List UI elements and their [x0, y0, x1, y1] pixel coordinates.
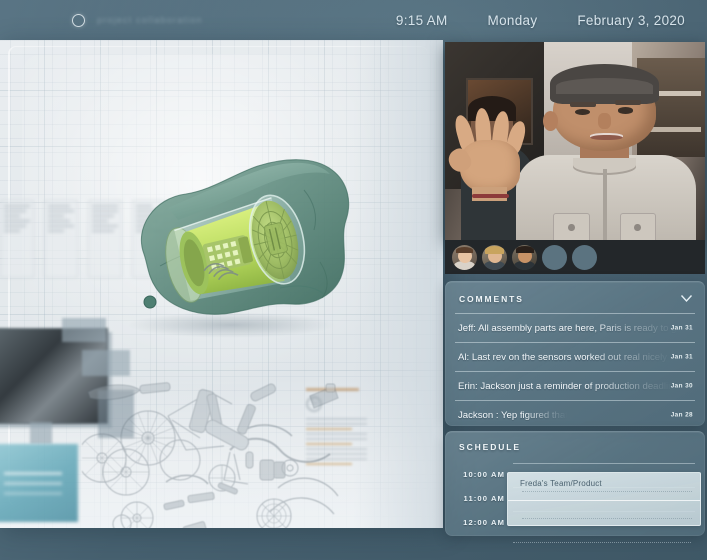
teal-reference-card[interactable] [0, 444, 78, 522]
comment-row[interactable]: Al: Last rev on the sensors worked out r… [455, 342, 695, 371]
participant-avatar-3[interactable] [512, 244, 537, 270]
comment-row[interactable]: Jackson : Yep figured that.. Jan 28 [455, 400, 695, 429]
collaboration-workspace: project collaboration 9:15 AM Monday Feb… [0, 0, 707, 560]
right-rail: COMMENTS Jeff: All assembly parts are he… [443, 40, 707, 560]
raised-hand [445, 107, 529, 202]
participant-avatar-5[interactable] [572, 244, 597, 270]
active-speaker [516, 63, 697, 240]
comment-text: Jackson just a reminder of production de… [480, 380, 684, 392]
workspace-ghost-label: project collaboration [97, 15, 203, 25]
comment-author: Jackson : [458, 409, 499, 421]
status-bar-right: 9:15 AM Monday February 3, 2020 [396, 13, 707, 28]
board-edge-fade [353, 40, 443, 528]
chevron-down-icon[interactable] [680, 292, 693, 305]
schedule-header: SCHEDULE [445, 432, 705, 460]
comments-panel: COMMENTS Jeff: All assembly parts are he… [445, 281, 705, 426]
doc-thumbnail[interactable] [44, 200, 78, 278]
clock-time: 9:15 AM [395, 12, 448, 28]
comments-title: COMMENTS [459, 293, 524, 304]
schedule-panel: SCHEDULE 10:00 AM 11:00 AM 12:00 AM Fred… [445, 431, 705, 543]
exploded-bicycle-parts-diagram[interactable] [77, 376, 382, 528]
clock-date: February 3, 2020 [577, 12, 685, 28]
comment-text: Last rev on the sensors worked out real … [471, 351, 683, 363]
circle-icon[interactable] [72, 13, 85, 27]
schedule-time-label: 11:00 AM [463, 493, 505, 503]
photo-chip [62, 318, 106, 342]
video-scene [445, 42, 705, 240]
schedule-bottom-divider [513, 542, 691, 543]
status-bar: project collaboration 9:15 AM Monday Feb… [0, 0, 707, 40]
comment-date: Jan 28 [670, 411, 693, 419]
video-call-feed[interactable] [445, 42, 705, 240]
comment-date: Jan 31 [670, 353, 693, 361]
status-bar-left: project collaboration [0, 13, 203, 27]
comment-row[interactable]: Jeff: All assembly parts are here, Paris… [455, 313, 695, 342]
comments-header: COMMENTS [445, 282, 705, 313]
3d-cad-assembly-model[interactable] [108, 136, 378, 356]
schedule-time-label: 10:00 AM [463, 469, 505, 479]
schedule-body[interactable]: 10:00 AM 11:00 AM 12:00 AM Freda's Team/… [445, 460, 705, 543]
comment-text: All assembly parts are here, Paris is re… [478, 322, 690, 334]
clock-weekday: Monday [487, 12, 538, 28]
schedule-time-label: 12:00 AM [463, 517, 505, 527]
doc-thumbnail[interactable] [0, 200, 34, 278]
cad-whiteboard[interactable] [0, 40, 443, 528]
photo-chip [30, 422, 52, 444]
schedule-event[interactable]: Freda's Team/Product [507, 472, 701, 526]
schedule-title: SCHEDULE [459, 442, 521, 452]
participant-avatar-4[interactable] [542, 244, 567, 270]
comment-author: Jeff: [458, 322, 476, 334]
comment-text: Yep figured that.. [501, 409, 574, 421]
participants-strip [445, 240, 705, 274]
comments-list: Jeff: All assembly parts are here, Paris… [445, 313, 705, 429]
participant-avatar-1[interactable] [452, 244, 477, 270]
comment-date: Jan 30 [670, 382, 693, 390]
schedule-event-title: Freda's Team/Product [520, 479, 602, 488]
comment-author: Al: [458, 351, 470, 363]
participant-avatar-2[interactable] [482, 244, 507, 270]
comment-date: Jan 31 [670, 324, 693, 332]
comment-author: Erin: [458, 380, 478, 392]
comment-row[interactable]: Erin: Jackson just a reminder of product… [455, 371, 695, 400]
